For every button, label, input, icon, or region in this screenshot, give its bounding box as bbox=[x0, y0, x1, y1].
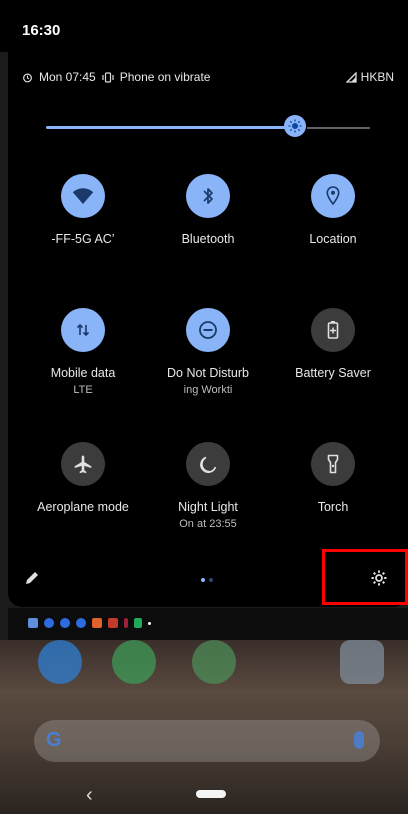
mobile-data-icon bbox=[61, 308, 105, 352]
mic-icon[interactable] bbox=[354, 731, 364, 749]
tile-do-not-disturb[interactable]: Do Not Disturb ing Workti bbox=[143, 308, 273, 396]
page-indicator bbox=[201, 578, 213, 582]
gallery-notification-icon bbox=[28, 618, 38, 628]
bluetooth-icon bbox=[186, 174, 230, 218]
pencil-icon bbox=[26, 572, 38, 584]
google-search-bar[interactable]: G bbox=[34, 720, 380, 762]
tile-aeroplane-label: Aeroplane mode bbox=[37, 500, 129, 514]
brightness-track-fill bbox=[46, 126, 295, 129]
facebook-notification-icon bbox=[76, 618, 86, 628]
vibrate-text[interactable]: Phone on vibrate bbox=[120, 70, 211, 84]
tile-torch-label: Torch bbox=[317, 500, 349, 514]
status-clock: 16:30 bbox=[22, 22, 61, 39]
facebook-notification-icon bbox=[60, 618, 70, 628]
quick-settings-panel: Mon 07:45 Phone on vibrate HKBN -FF-5G A… bbox=[8, 52, 408, 607]
night-light-icon bbox=[186, 442, 230, 486]
tile-wifi[interactable]: -FF-5G AC’ bbox=[18, 174, 148, 246]
page-dot-active bbox=[201, 578, 205, 582]
aeroplane-icon bbox=[61, 442, 105, 486]
tile-night-light-label: Night Light bbox=[178, 500, 238, 514]
tile-aeroplane[interactable]: Aeroplane mode bbox=[18, 442, 148, 514]
torch-icon bbox=[311, 442, 355, 486]
signal-icon bbox=[345, 71, 357, 83]
camera-app-icon[interactable] bbox=[340, 640, 384, 684]
home-pill[interactable] bbox=[196, 790, 226, 798]
tile-do-not-disturb-sub: ing Workti bbox=[183, 384, 233, 396]
tile-location-label: Location bbox=[309, 232, 357, 246]
tile-night-light[interactable]: Night Light On at 23:55 bbox=[143, 442, 273, 530]
app-notification-icon bbox=[108, 618, 118, 628]
tile-do-not-disturb-label: Do Not Disturb bbox=[167, 366, 249, 380]
alarm-icon bbox=[22, 72, 33, 83]
notification-icons-strip bbox=[8, 608, 408, 640]
wifi-icon bbox=[61, 174, 105, 218]
facebook-notification-icon bbox=[44, 618, 54, 628]
tile-bluetooth[interactable]: Bluetooth bbox=[143, 174, 273, 246]
location-icon bbox=[311, 174, 355, 218]
battery-saver-icon bbox=[311, 308, 355, 352]
tile-wifi-label: -FF-5G AC’ bbox=[51, 232, 115, 246]
carrier-name: HKBN bbox=[360, 70, 394, 84]
more-notifications-icon bbox=[148, 621, 151, 625]
tile-mobile-data-sub: LTE bbox=[73, 384, 93, 396]
brightness-track bbox=[307, 127, 370, 129]
brightness-icon bbox=[288, 119, 302, 133]
edit-button[interactable] bbox=[24, 570, 40, 591]
tile-mobile-data-label: Mobile data bbox=[50, 366, 116, 380]
brightness-thumb[interactable] bbox=[284, 115, 306, 137]
info-row: Mon 07:45 Phone on vibrate HKBN bbox=[22, 68, 402, 88]
vibrate-icon bbox=[102, 71, 114, 83]
do-not-disturb-icon bbox=[186, 308, 230, 352]
status-bar: 16:30 bbox=[0, 0, 408, 52]
alarm-text[interactable]: Mon 07:45 bbox=[39, 70, 96, 84]
play-notification-icon bbox=[134, 618, 142, 628]
food-notification-icon bbox=[92, 618, 102, 628]
google-icon: G bbox=[46, 729, 62, 751]
chrome-app-icon[interactable] bbox=[192, 640, 236, 684]
highlight-box bbox=[322, 549, 408, 605]
tile-bluetooth-label: Bluetooth bbox=[181, 232, 235, 246]
tile-location[interactable]: Location bbox=[268, 174, 398, 246]
navigation-bar: ‹ bbox=[0, 770, 408, 814]
tile-battery-saver-label: Battery Saver bbox=[295, 366, 371, 380]
tile-night-light-sub: On at 23:55 bbox=[179, 518, 237, 530]
back-icon[interactable]: ‹ bbox=[86, 784, 93, 807]
tile-torch[interactable]: Torch bbox=[268, 442, 398, 514]
tile-battery-saver[interactable]: Battery Saver bbox=[268, 308, 398, 380]
page-dot bbox=[209, 578, 213, 582]
phone-app-icon[interactable] bbox=[38, 640, 82, 684]
app-notification-icon bbox=[124, 618, 128, 628]
tile-mobile-data[interactable]: Mobile data LTE bbox=[18, 308, 148, 396]
brightness-slider[interactable] bbox=[46, 115, 370, 137]
maps-app-icon[interactable] bbox=[112, 640, 156, 684]
